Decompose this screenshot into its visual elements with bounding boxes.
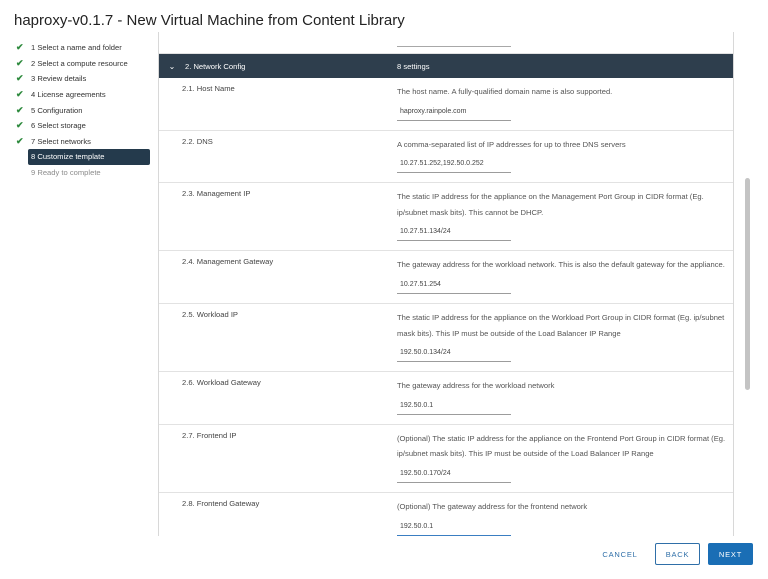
setting-row-frontend-gateway: 2.8. Frontend Gateway (Optional) The gat… (159, 493, 733, 536)
check-icon: ✔ (16, 120, 24, 131)
chevron-down-icon[interactable]: ⌄ (159, 62, 185, 71)
setting-label: 2.2. DNS (182, 136, 213, 146)
step-label: 8 Customize template (31, 152, 105, 162)
check-icon: ✔ (16, 57, 24, 68)
setting-label: 2.5. Workload IP (182, 309, 238, 319)
dialog-footer: CANCEL BACK NEXT (592, 543, 753, 565)
setting-row-workload-ip: 2.5. Workload IP The static IP address f… (159, 304, 733, 373)
setting-description: The gateway address for the workload net… (397, 381, 555, 391)
frontend-ip-input[interactable]: 192.50.0.170/24 (397, 468, 511, 483)
previous-setting-stub (159, 32, 733, 54)
step-select-storage[interactable]: ✔ 6 Select storage (16, 118, 150, 134)
step-label: 9 Ready to complete (31, 168, 101, 178)
step-license-agreements[interactable]: ✔ 4 License agreements (16, 87, 150, 103)
step-select-name[interactable]: ✔ 1 Select a name and folder (16, 40, 150, 56)
settings-panel: ⌄ 2. Network Config 8 settings 2.1. Host… (158, 32, 734, 536)
check-icon: ✔ (16, 42, 24, 53)
setting-description: The static IP address for the appliance … (397, 192, 704, 217)
setting-description: The host name. A fully-qualified domain … (397, 87, 613, 96)
cancel-button[interactable]: CANCEL (592, 543, 648, 565)
step-select-compute[interactable]: ✔ 2 Select a compute resource (16, 56, 150, 72)
setting-description: The static IP address for the appliance … (397, 312, 725, 338)
host-name-input[interactable]: haproxy.rainpole.com (397, 106, 511, 121)
workload-ip-input[interactable]: 192.50.0.134/24 (397, 347, 511, 363)
setting-label: 2.4. Management Gateway (182, 257, 274, 267)
group-count: 8 settings (397, 61, 430, 71)
management-ip-input[interactable]: 10.27.51.134/24 (397, 226, 511, 242)
wizard-steps: ✔ 1 Select a name and folder ✔ 2 Select a … (16, 40, 150, 180)
network-config-group-header[interactable]: ⌄ 2. Network Config 8 settings (159, 54, 733, 78)
dns-input[interactable]: 10.27.51.252,192.50.0.252 (397, 158, 511, 174)
next-button[interactable]: NEXT (708, 543, 753, 565)
setting-label: 2.1. Host Name (182, 84, 235, 93)
window-title: haproxy-v0.1.7 - New Virtual Machine fro… (14, 12, 405, 29)
group-name: 2. Network Config (185, 61, 246, 71)
setting-row-workload-gateway: 2.6. Workload Gateway The gateway addres… (159, 372, 733, 425)
step-label: 3 Review details (31, 74, 87, 84)
check-icon: ✔ (16, 135, 24, 146)
check-icon: ✔ (16, 73, 24, 84)
step-select-networks[interactable]: ✔ 7 Select networks (16, 134, 150, 150)
step-label: 5 Configuration (31, 105, 83, 115)
check-icon: ✔ (16, 89, 24, 100)
step-label: 6 Select storage (31, 121, 86, 131)
step-customize-template[interactable]: 8 Customize template (28, 149, 150, 165)
check-icon: ✔ (16, 104, 24, 115)
setting-description: A comma-separated list of IP addresses f… (397, 139, 626, 149)
setting-row-frontend-ip: 2.7. Frontend IP (Optional) The static I… (159, 425, 733, 493)
frontend-gateway-input[interactable]: 192.50.0.1 (397, 521, 511, 536)
step-label: 2 Select a compute resource (31, 58, 128, 68)
step-review-details[interactable]: ✔ 3 Review details (16, 71, 150, 87)
step-label: 4 License agreements (31, 90, 106, 100)
step-label: 7 Select networks (31, 136, 91, 146)
setting-row-management-gateway: 2.4. Management Gateway The gateway addr… (159, 251, 733, 304)
scrollbar-thumb[interactable] (745, 178, 750, 390)
back-button[interactable]: BACK (655, 543, 700, 565)
previous-input-underline (397, 46, 511, 47)
setting-label: 2.7. Frontend IP (182, 430, 237, 440)
workload-gateway-input[interactable]: 192.50.0.1 (397, 400, 511, 415)
setting-label: 2.8. Frontend Gateway (182, 498, 260, 508)
setting-label: 2.3. Management IP (182, 189, 251, 199)
setting-description: (Optional) The gateway address for the f… (397, 501, 588, 511)
setting-label: 2.6. Workload Gateway (182, 378, 261, 388)
setting-row-dns: 2.2. DNS A comma-separated list of IP ad… (159, 131, 733, 184)
setting-row-management-ip: 2.3. Management IP The static IP address… (159, 183, 733, 252)
step-ready-to-complete: 9 Ready to complete (16, 165, 150, 181)
step-label: 1 Select a name and folder (31, 43, 122, 53)
step-configuration[interactable]: ✔ 5 Configuration (16, 102, 150, 118)
setting-description: The gateway address for the workload net… (397, 260, 725, 270)
setting-row-host-name: 2.1. Host Name The host name. A fully-qu… (159, 78, 733, 131)
management-gateway-input[interactable]: 10.27.51.254 (397, 279, 511, 294)
setting-description: (Optional) The static IP address for the… (397, 433, 726, 459)
